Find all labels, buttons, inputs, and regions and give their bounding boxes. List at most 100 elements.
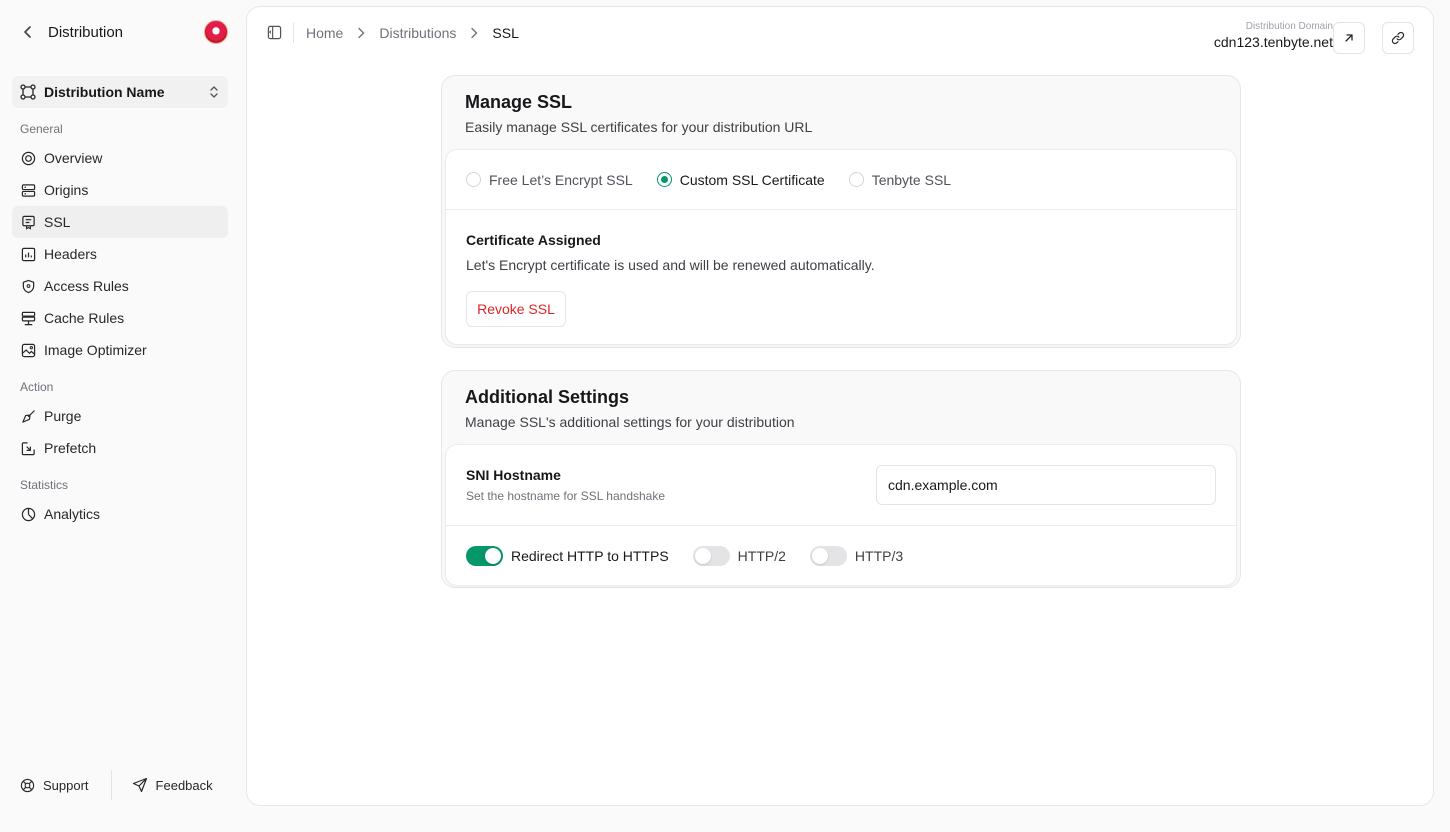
certificate-description: Let's Encrypt certificate is used and wi… [466, 257, 875, 273]
arrow-up-right-icon [1343, 32, 1355, 44]
switch-on [466, 546, 503, 566]
headers-icon [20, 246, 36, 262]
radio-indicator [466, 172, 481, 187]
radio-tenbyte-ssl[interactable]: Tenbyte SSL [848, 172, 951, 188]
open-external-button[interactable] [1333, 22, 1365, 54]
sidebar-header: Distribution [12, 16, 228, 48]
breadcrumb-home[interactable]: Home [306, 25, 343, 41]
domain-caption: Distribution Domain [1245, 21, 1333, 32]
topbar-divider [293, 23, 294, 43]
http3-toggle[interactable]: HTTP/3 [809, 546, 904, 566]
chart-pie-icon [20, 506, 36, 522]
sidebar-item-analytics[interactable]: Analytics [12, 498, 228, 530]
radio-free-letsencrypt[interactable]: Free Let’s Encrypt SSL [466, 172, 633, 188]
sidebar-item-label: Analytics [44, 506, 101, 522]
sidebar-item-label: Purge [44, 408, 82, 424]
distribution-domain: Distribution Domain cdn123.tenbyte.net [1214, 21, 1333, 50]
sni-hostname-row: SNI Hostname Set the hostname for SSL ha… [446, 445, 1236, 526]
sidebar-item-prefetch[interactable]: Prefetch [12, 432, 228, 464]
sidebar-footer: Support Feedback [12, 769, 228, 801]
sidebar-item-label: Cache Rules [44, 310, 125, 326]
toggle-label: HTTP/2 [737, 548, 786, 564]
breadcrumb-current: SSL [492, 25, 519, 41]
chevron-right-icon [470, 27, 478, 39]
additional-settings-title: Additional Settings [465, 387, 629, 407]
avatar[interactable] [204, 20, 228, 44]
distribution-select-label: Distribution Name [44, 84, 165, 100]
manage-ssl-card: Manage SSL Easily manage SSL certificate… [441, 75, 1241, 348]
chevron-right-icon [357, 27, 365, 39]
main-panel: Home Distributions SSL Distribution Doma… [246, 6, 1434, 806]
lifebuoy-icon [20, 778, 35, 793]
ssl-type-radio-group: Free Let’s Encrypt SSL Custom SSL Certif… [446, 150, 1236, 210]
http2-toggle[interactable]: HTTP/2 [692, 546, 786, 566]
radio-indicator [848, 172, 864, 187]
copy-link-button[interactable] [1382, 22, 1414, 54]
group-label-general: General [20, 122, 63, 136]
toggle-label: Redirect HTTP to HTTPS [511, 548, 669, 564]
sidebar: Distribution Distribution Name General O… [0, 0, 240, 832]
sidebar-item-ssl[interactable]: SSL [12, 206, 228, 238]
switch-off [809, 546, 847, 566]
server-icon [20, 182, 36, 198]
certificate-icon [20, 214, 36, 230]
toggle-label: HTTP/3 [854, 548, 904, 564]
certificate-title: Certificate Assigned [466, 232, 601, 248]
additional-settings-body: SNI Hostname Set the hostname for SSL ha… [445, 444, 1237, 586]
additional-settings-subtitle: Manage SSL's additional settings for you… [465, 414, 795, 430]
gauge-icon [20, 150, 36, 166]
support-label: Support [43, 777, 89, 793]
feedback-button[interactable]: Feedback [124, 769, 221, 801]
sidebar-item-label: Prefetch [44, 440, 97, 456]
topbar: Home Distributions SSL Distribution Doma… [247, 7, 1433, 59]
broom-icon [20, 408, 36, 424]
sidebar-item-label: Access Rules [44, 278, 129, 294]
manage-ssl-title: Manage SSL [465, 92, 573, 112]
breadcrumb: Home Distributions SSL [306, 23, 519, 43]
group-label-statistics: Statistics [20, 478, 69, 492]
link-icon [1391, 31, 1405, 45]
sidebar-title: Distribution [48, 23, 124, 41]
database-icon [20, 310, 36, 326]
manage-ssl-body: Free Let’s Encrypt SSL Custom SSL Certif… [445, 149, 1237, 345]
sidebar-item-label: Overview [44, 150, 103, 166]
sidebar-item-headers[interactable]: Headers [12, 238, 228, 270]
radio-label: Custom SSL Certificate [679, 171, 825, 188]
feedback-label: Feedback [155, 777, 213, 793]
sidebar-item-label: Headers [44, 246, 97, 262]
radio-indicator-checked [656, 172, 672, 187]
sidebar-item-overview[interactable]: Overview [12, 142, 228, 174]
redirect-https-toggle[interactable]: Redirect HTTP to HTTPS [466, 546, 669, 566]
manage-ssl-subtitle: Easily manage SSL certificates for your … [465, 119, 813, 135]
sidebar-item-access-rules[interactable]: Access Rules [12, 270, 228, 302]
chevrons-up-down-icon [208, 85, 220, 99]
radio-label: Free Let’s Encrypt SSL [489, 171, 633, 188]
radio-custom-ssl[interactable]: Custom SSL Certificate [656, 171, 825, 188]
domain-value: cdn123.tenbyte.net [1213, 34, 1333, 50]
protocol-toggles: Redirect HTTP to HTTPS HTTP/2 HTTP/3 [466, 526, 927, 586]
sidebar-item-label: SSL [44, 214, 71, 230]
square-arrow-icon [20, 440, 36, 456]
sidebar-item-label: Image Optimizer [44, 342, 147, 358]
sidebar-item-purge[interactable]: Purge [12, 400, 228, 432]
sidebar-item-origins[interactable]: Origins [12, 174, 228, 206]
switch-off [692, 546, 730, 566]
sidebar-item-label: Origins [44, 182, 89, 198]
shield-icon [20, 278, 36, 294]
image-icon [20, 342, 36, 358]
footer-divider [110, 770, 112, 800]
distribution-icon [20, 84, 36, 100]
send-icon [132, 777, 148, 793]
sni-hostname-title: SNI Hostname [466, 467, 561, 483]
sni-hostname-description: Set the hostname for SSL handshake [466, 489, 666, 503]
sidebar-toggle-icon[interactable] [265, 23, 283, 41]
breadcrumb-distributions[interactable]: Distributions [379, 25, 456, 41]
revoke-ssl-button[interactable]: Revoke SSL [466, 291, 566, 327]
sni-hostname-input[interactable] [876, 465, 1216, 505]
group-label-action: Action [20, 380, 54, 394]
chevron-left-icon[interactable] [18, 22, 38, 42]
sidebar-item-cache-rules[interactable]: Cache Rules [12, 302, 228, 334]
distribution-select[interactable]: Distribution Name [12, 76, 228, 108]
support-button[interactable]: Support [12, 769, 97, 801]
sidebar-item-image-optimizer[interactable]: Image Optimizer [12, 334, 228, 366]
